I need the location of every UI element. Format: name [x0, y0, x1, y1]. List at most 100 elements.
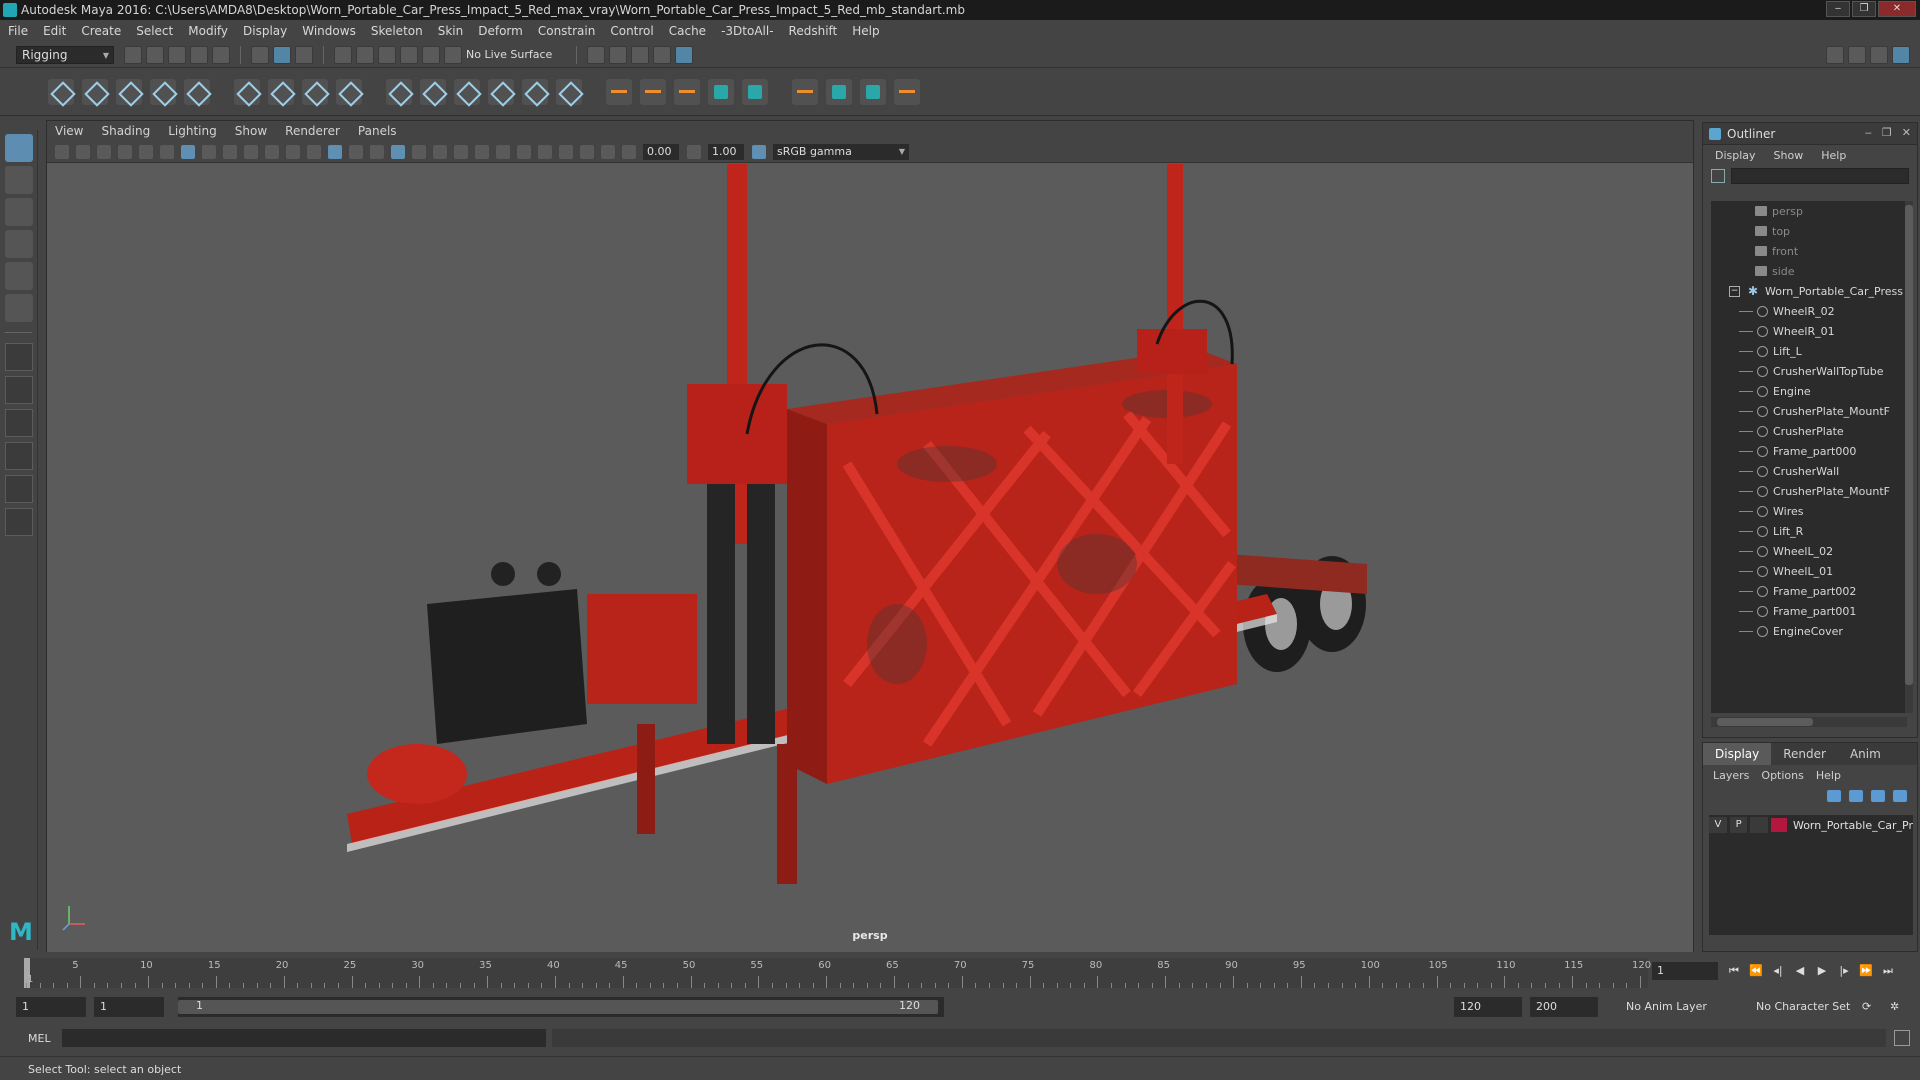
animation-end-field[interactable]: 200	[1530, 997, 1598, 1017]
menu-3dtoall[interactable]: -3DtoAll-	[721, 24, 773, 38]
xray-components-icon[interactable]	[601, 144, 615, 159]
maximize-button[interactable]: ❐	[1852, 1, 1876, 17]
tab-render[interactable]: Render	[1771, 743, 1838, 765]
channel-box-icon[interactable]	[1892, 45, 1910, 64]
anim-layer-dropdown[interactable]: No Anim Layer	[1626, 997, 1707, 1017]
screen-space-ao-icon[interactable]	[454, 144, 468, 159]
outliner-item-child[interactable]: CrusherPlate	[1711, 421, 1907, 441]
orient-joint-icon[interactable]	[150, 78, 176, 105]
minimize-button[interactable]: ‒	[1826, 1, 1850, 17]
redo-icon[interactable]	[212, 45, 230, 64]
smooth-bind-icon[interactable]	[522, 78, 548, 105]
outliner-item-child[interactable]: WheelL_01	[1711, 561, 1907, 581]
snap-curve-icon[interactable]	[356, 45, 374, 64]
command-input[interactable]	[62, 1029, 546, 1047]
move-layer-down-icon[interactable]	[1849, 790, 1863, 802]
script-editor-icon[interactable]	[1894, 1030, 1910, 1046]
outliner-item-group[interactable]: − ✱ Worn_Portable_Car_Press	[1711, 281, 1907, 301]
range-bar[interactable]: 1 120	[178, 997, 944, 1017]
layer-visibility-toggle[interactable]: V	[1709, 817, 1727, 833]
collapse-icon[interactable]: −	[1729, 285, 1740, 297]
panel-menu-renderer[interactable]: Renderer	[285, 124, 340, 138]
menu-set-dropdown[interactable]: Rigging	[16, 45, 114, 64]
snap-grid-icon[interactable]	[334, 45, 352, 64]
shadows-icon[interactable]	[433, 144, 447, 159]
outliner-minimize-button[interactable]: ‒	[1865, 126, 1872, 139]
humanik-icon[interactable]	[184, 78, 210, 105]
anti-aliasing-icon[interactable]	[496, 144, 510, 159]
image-plane-icon[interactable]	[118, 144, 132, 159]
gamma-field[interactable]: 1.00	[708, 143, 744, 160]
color-management-icon[interactable]	[752, 144, 766, 159]
step-back-frame-button[interactable]: ◂|	[1770, 964, 1786, 978]
depth-of-field-icon[interactable]	[517, 144, 531, 159]
wireframe-icon[interactable]	[307, 144, 321, 159]
tab-display[interactable]: Display	[1703, 743, 1772, 765]
character-set-dropdown[interactable]: No Character Set	[1756, 997, 1850, 1017]
panel-menu-show[interactable]: Show	[235, 124, 267, 138]
undo-icon[interactable]	[190, 45, 208, 64]
paint-select-tool-icon[interactable]	[5, 198, 33, 226]
outliner-item-child[interactable]: Lift_L	[1711, 341, 1907, 361]
make-live-icon[interactable]	[444, 45, 462, 64]
set-key-icon[interactable]	[792, 78, 818, 105]
outliner-item-front[interactable]: front	[1711, 241, 1907, 261]
ik-spline-icon[interactable]	[420, 78, 446, 105]
layer-display-type-toggle[interactable]	[1750, 817, 1769, 833]
camera-attributes-icon[interactable]	[76, 144, 90, 159]
lasso-tool-icon[interactable]	[5, 166, 33, 194]
isolate-select-icon[interactable]	[538, 144, 552, 159]
outliner-filter-input[interactable]	[1731, 168, 1909, 184]
view-transform-dropdown[interactable]: sRGB gamma	[773, 143, 909, 160]
panel-menu-view[interactable]: View	[55, 124, 83, 138]
wrap-icon[interactable]	[302, 78, 328, 105]
time-slider-track[interactable]: 1 5 10 15 20 25 30 35 40 45 50 55 60 65 70 75 80 85 90 95 1…	[24, 958, 1651, 988]
refresh-icon[interactable]	[1711, 169, 1725, 183]
default-lighting-icon[interactable]	[349, 144, 363, 159]
aim-constraint-icon[interactable]	[640, 78, 666, 105]
gate-mask-icon[interactable]	[244, 144, 258, 159]
grease-pencil-icon[interactable]	[160, 144, 174, 159]
textured-icon[interactable]	[391, 144, 405, 159]
paint-weights-icon[interactable]	[488, 78, 514, 105]
outliner-item-child[interactable]: WheelL_02	[1711, 541, 1907, 561]
playback-start-field[interactable]: 1	[94, 997, 164, 1017]
bind-skin-icon[interactable]	[454, 78, 480, 105]
move-layer-up-icon[interactable]	[1827, 790, 1841, 802]
layer-playback-toggle[interactable]: P	[1729, 817, 1748, 833]
tab-anim[interactable]: Anim	[1838, 743, 1893, 765]
play-forwards-button[interactable]: ▶	[1814, 964, 1830, 978]
joint-tool-icon[interactable]	[48, 78, 74, 105]
outliner-item-child[interactable]: Engine	[1711, 381, 1907, 401]
hypershade-icon[interactable]	[675, 45, 694, 64]
select-component-icon[interactable]	[295, 45, 313, 64]
outliner-item-child[interactable]: Frame_part000	[1711, 441, 1907, 461]
insert-joint-icon[interactable]	[82, 78, 108, 105]
render-view-icon[interactable]	[587, 45, 606, 64]
outliner-item-child[interactable]: Wires	[1711, 501, 1907, 521]
xray-icon[interactable]	[559, 144, 573, 159]
auto-key-icon[interactable]: ⟳	[1862, 997, 1871, 1017]
menu-create[interactable]: Create	[81, 24, 121, 38]
2d-pan-zoom-icon[interactable]	[139, 144, 153, 159]
render-settings-icon[interactable]	[653, 45, 672, 64]
3d-scene[interactable]: persp	[47, 164, 1693, 952]
outliner-item-child[interactable]: Frame_part001	[1711, 601, 1907, 621]
tool-settings-icon[interactable]	[1870, 45, 1888, 64]
select-hierarchy-icon[interactable]	[251, 45, 269, 64]
gamma-icon[interactable]	[687, 144, 701, 159]
outliner-item-child[interactable]: CrusherPlate_MountF	[1711, 401, 1907, 421]
snap-point-icon[interactable]	[378, 45, 396, 64]
attribute-editor-icon[interactable]	[1848, 45, 1866, 64]
safe-action-icon[interactable]	[286, 144, 300, 159]
field-chart-icon[interactable]	[265, 144, 279, 159]
mirror-joint-icon[interactable]	[116, 78, 142, 105]
resolution-gate-icon[interactable]	[223, 144, 237, 159]
step-back-key-button[interactable]: ⏪	[1748, 964, 1764, 978]
close-button[interactable]: ✕	[1878, 1, 1916, 17]
parent-constraint-icon[interactable]	[708, 78, 734, 105]
grid-icon[interactable]	[181, 144, 195, 159]
outliner-menu-show[interactable]: Show	[1774, 149, 1804, 162]
move-tool-icon[interactable]	[5, 230, 33, 258]
detach-skin-icon[interactable]	[556, 78, 582, 105]
